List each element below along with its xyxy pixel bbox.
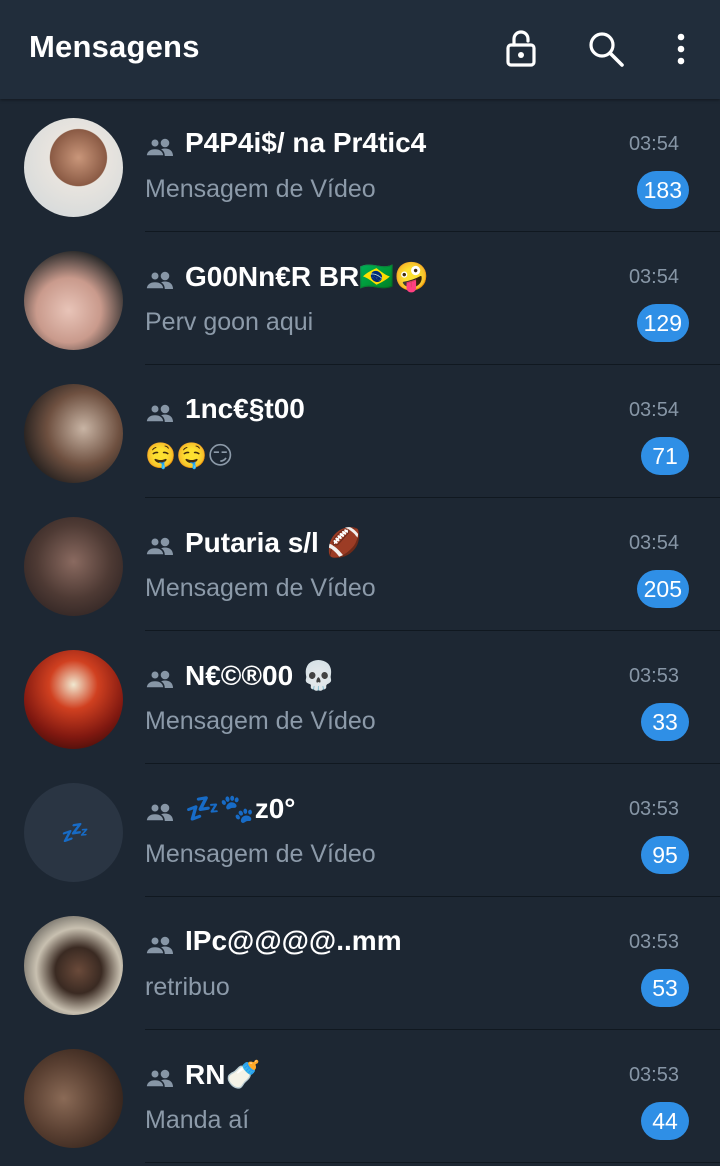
- chat-time: 03:54: [628, 266, 679, 288]
- more-options-button[interactable]: [657, 25, 705, 73]
- group-icon: [145, 270, 173, 290]
- chat-avatar[interactable]: [24, 118, 123, 217]
- unread-badge: 33: [641, 703, 689, 741]
- app-bar: Mensagens: [0, 0, 720, 99]
- chat-time: 03:54: [628, 399, 679, 421]
- group-icon: [145, 403, 173, 423]
- page-title: Mensagens: [29, 29, 200, 64]
- chat-preview: Mensagem de Vídeo: [145, 574, 376, 602]
- chat-preview: 🤤🤤😏: [145, 442, 234, 470]
- search-button[interactable]: [582, 25, 630, 73]
- lock-open-icon: [506, 30, 536, 67]
- chat-avatar[interactable]: [24, 1049, 123, 1148]
- chat-preview: retribuo: [145, 973, 230, 1001]
- more-vert-icon: [677, 33, 685, 65]
- chat-name: RN🍼: [185, 1059, 261, 1090]
- group-icon: [145, 669, 173, 689]
- group-icon: [145, 802, 173, 822]
- chat-preview: Manda aí: [145, 1106, 250, 1134]
- chat-time: 03:54: [628, 532, 679, 554]
- chat-time: 03:54: [628, 133, 679, 155]
- chat-name: Putaria s/l 🏈: [185, 527, 362, 558]
- chat-row[interactable]: IPc@@@@..mm 03:53 retribuo 53: [0, 897, 720, 1030]
- chat-preview: Mensagem de Vídeo: [145, 840, 376, 868]
- chat-preview: Mensagem de Vídeo: [145, 707, 376, 735]
- chat-time: 03:53: [628, 665, 679, 687]
- chat-time: 03:53: [628, 1064, 679, 1086]
- chat-row[interactable]: RN🍼 03:53 Manda aí 44: [0, 1030, 720, 1163]
- group-icon: [145, 935, 173, 955]
- chat-name: G00Nn€R BR🇧🇷🤪: [185, 261, 429, 292]
- unread-badge: 53: [641, 969, 689, 1007]
- chat-preview: Perv goon aqui: [145, 308, 314, 336]
- chat-avatar[interactable]: [24, 916, 123, 1015]
- chat-row[interactable]: Putaria s/l 🏈 03:54 Mensagem de Vídeo 205: [0, 498, 720, 631]
- group-icon: [145, 137, 173, 157]
- unread-badge: 95: [641, 836, 689, 874]
- chat-row[interactable]: G00Nn€R BR🇧🇷🤪 03:54 Perv goon aqui 129: [0, 232, 720, 365]
- chat-name: 1nc€§t00: [185, 393, 305, 424]
- chat-row[interactable]: 1nc€§t00 03:54 🤤🤤😏 71: [0, 365, 720, 498]
- chat-name: N€©®00 💀: [185, 660, 336, 691]
- unread-badge: 44: [641, 1102, 689, 1140]
- passcode-lock-button[interactable]: [497, 25, 545, 73]
- unread-badge: 183: [636, 171, 689, 209]
- chat-avatar-emoji[interactable]: 💤: [24, 783, 123, 882]
- group-icon: [145, 536, 173, 556]
- unread-badge: 71: [641, 437, 689, 475]
- chat-name: P4P4i$/ na Pr4tic4: [185, 127, 427, 158]
- unread-badge: 129: [636, 304, 689, 342]
- chat-name: IPc@@@@..mm: [185, 925, 402, 956]
- chat-row[interactable]: P4P4i$/ na Pr4tic4 03:54 Mensagem de Vídeo…: [0, 99, 720, 232]
- unread-badge: 205: [636, 570, 689, 608]
- chat-row[interactable]: N€©®00 💀 03:53 Mensagem de Vídeo 33: [0, 631, 720, 764]
- chat-row[interactable]: 💤 💤🐾z0° 03:53 Mensagem de Vídeo 95: [0, 764, 720, 897]
- chat-avatar[interactable]: [24, 517, 123, 616]
- chat-time: 03:53: [628, 798, 679, 820]
- chat-time: 03:53: [628, 931, 679, 953]
- chat-avatar[interactable]: [24, 650, 123, 749]
- chat-name: 💤🐾z0°: [185, 793, 296, 824]
- chat-avatar[interactable]: [24, 384, 123, 483]
- chat-preview: Mensagem de Vídeo: [145, 175, 376, 203]
- chat-avatar[interactable]: [24, 251, 123, 350]
- chat-list: P4P4i$/ na Pr4tic4 03:54 Mensagem de Vídeo…: [0, 99, 720, 1163]
- group-icon: [145, 1068, 173, 1088]
- search-icon: [589, 32, 624, 67]
- row-divider: [145, 1162, 720, 1163]
